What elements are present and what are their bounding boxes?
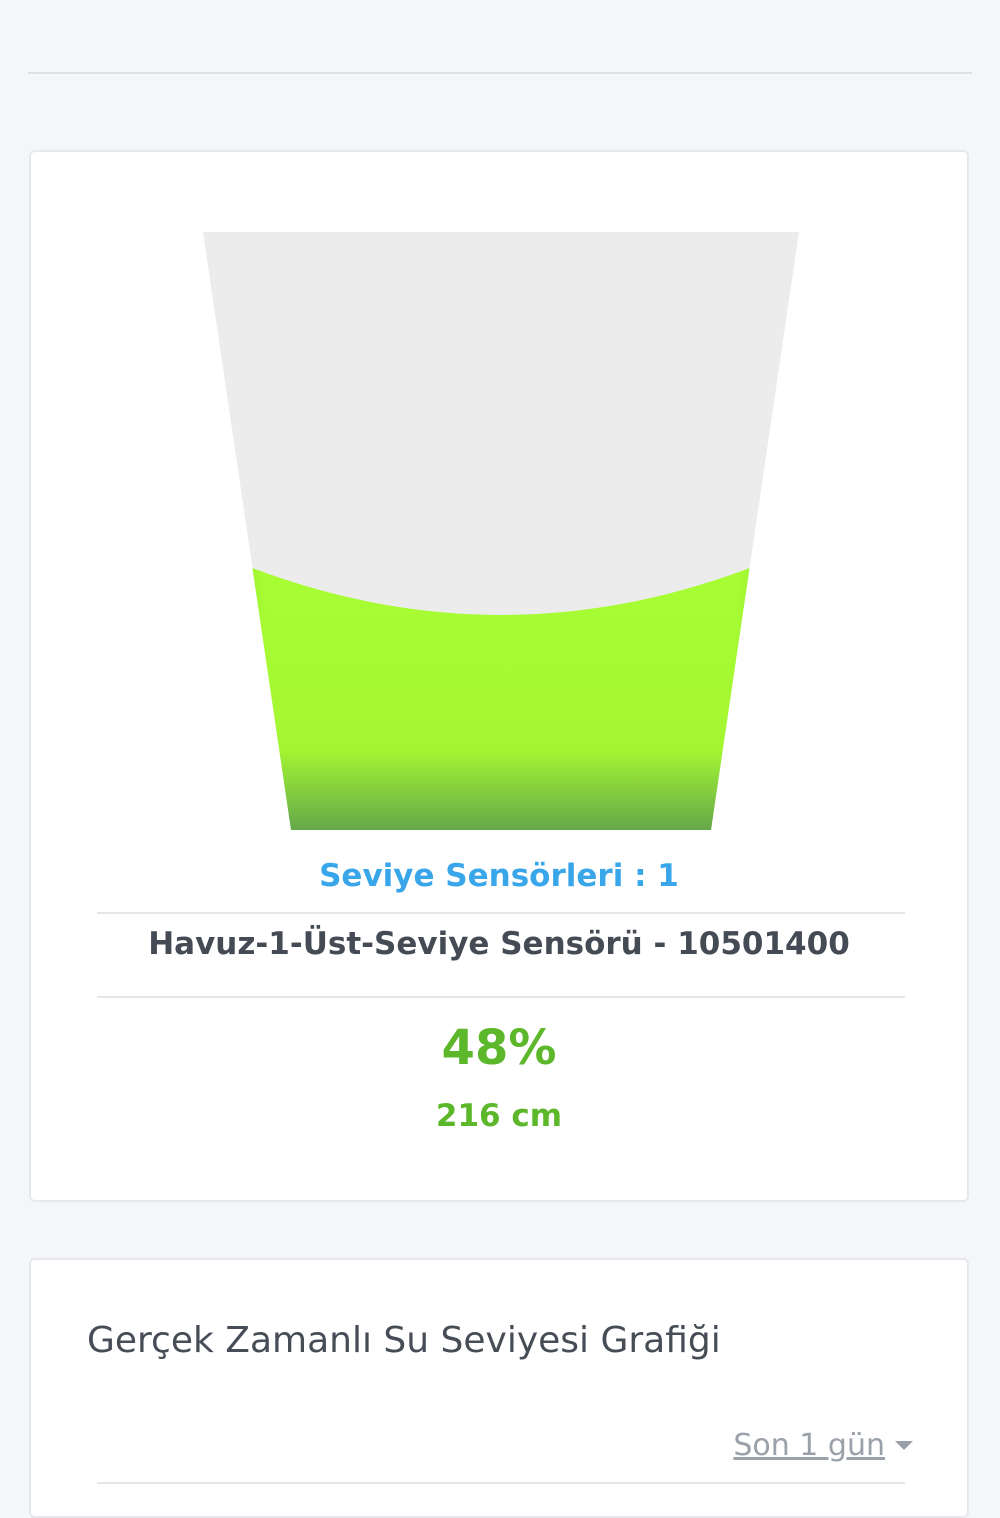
time-range-dropdown[interactable]: Son 1 gün [733, 1428, 913, 1463]
divider [97, 1482, 905, 1484]
tank-level-card: Seviye Sensörleri : 1 Havuz-1-Üst-Seviye… [29, 150, 969, 1202]
divider [97, 996, 905, 998]
water-level-chart-card: Gerçek Zamanlı Su Seviyesi Grafiği Son 1… [29, 1258, 969, 1518]
chart-title: Gerçek Zamanlı Su Seviyesi Grafiği [87, 1320, 721, 1361]
time-range-label[interactable]: Son 1 gün [733, 1428, 885, 1463]
level-cm-value: 216 cm [435, 1098, 563, 1134]
chevron-down-icon[interactable] [895, 1441, 913, 1450]
divider [97, 912, 905, 914]
sensor-name[interactable]: Havuz-1-Üst-Seviye Sensörü - 10501400 [31, 926, 967, 962]
sensor-count-label: Seviye Sensörleri : 1 [319, 858, 679, 894]
level-percent-value: 48% [441, 1020, 557, 1076]
tank-graphic [203, 232, 799, 830]
top-divider [28, 72, 972, 74]
